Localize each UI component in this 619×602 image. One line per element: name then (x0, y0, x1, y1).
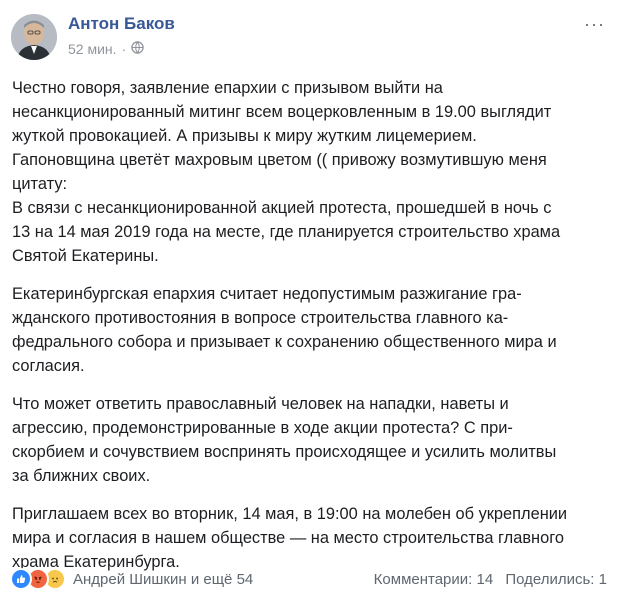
reaction-icons[interactable] (10, 568, 66, 590)
post-paragraph: Честно говоря, заявление епархии с призы… (12, 76, 610, 268)
post-body: Честно говоря, заявление епархии с призы… (12, 76, 610, 588)
text-line: Екатеринбургская епархия считает недопус… (12, 285, 522, 303)
engagement-counts: Комментарии: 14 Поделились: 1 (374, 571, 607, 588)
like-icon (10, 568, 32, 590)
post-timestamp[interactable]: 52 мин. (68, 41, 117, 57)
comments-count[interactable]: Комментарии: 14 (374, 571, 494, 588)
text-line: 13 на 14 мая 2019 года на месте, где пла… (12, 223, 561, 241)
facebook-post: Антон Баков 52 мин. · ··· Честно говоря,… (0, 0, 619, 602)
text-line: за ближних своих. (12, 467, 151, 485)
text-line: федрального собора и призывает к сохране… (12, 333, 557, 351)
text-line: Святой Екатерины. (12, 247, 159, 265)
text-line: агрессию, продемонстрированные в ходе ак… (12, 419, 513, 437)
text-line: скорбием и сочувствием воспринять происх… (12, 443, 557, 461)
text-line: Гапоновщина цветёт махровым цветом (( пр… (12, 151, 547, 169)
author-name[interactable]: Антон Баков (68, 14, 175, 34)
globe-icon[interactable] (131, 41, 144, 57)
post-footer: Андрей Шишкин и ещё 54 Комментарии: 14 П… (10, 568, 607, 590)
post-paragraph: Что может ответить православный человек … (12, 392, 610, 488)
meta-separator: · (121, 41, 127, 57)
text-line: жуткой провокацией. А призывы к миру жут… (12, 127, 477, 145)
text-line: Приглашаем всех во вторник, 14 мая, в 19… (12, 505, 568, 523)
avatar-image (11, 14, 57, 60)
more-options-icon[interactable]: ··· (584, 14, 605, 35)
text-line: Честно говоря, заявление епархии с призы… (12, 79, 443, 97)
text-line: В связи с несанкционированной акцией про… (12, 199, 552, 217)
shares-count[interactable]: Поделились: 1 (505, 571, 607, 588)
text-line: мира и согласия в нашем обществе — на ме… (12, 529, 564, 547)
text-line: Что может ответить православный человек … (12, 395, 509, 413)
post-paragraph: Екатеринбургская епархия считает недопус… (12, 282, 610, 378)
author-avatar[interactable] (11, 14, 57, 60)
post-paragraph: Приглашаем всех во вторник, 14 мая, в 19… (12, 502, 610, 574)
post-meta: 52 мин. · (68, 41, 144, 57)
reactors-summary[interactable]: Андрей Шишкин и ещё 54 (73, 571, 253, 588)
text-line: несанкционированный митинг всем воцерков… (12, 103, 552, 121)
text-line: жданского противостояния в вопросе строи… (12, 309, 509, 327)
text-line: цитату: (12, 175, 68, 193)
text-line: согласия. (12, 357, 85, 375)
